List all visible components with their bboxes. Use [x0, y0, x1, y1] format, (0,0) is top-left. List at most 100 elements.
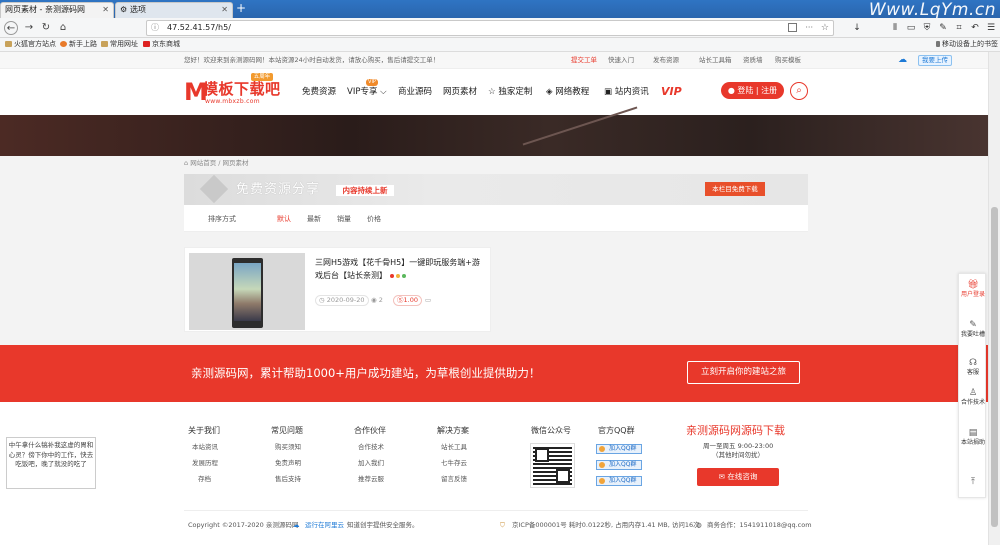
logo-text[interactable]: 模板下载吧	[203, 81, 281, 97]
info-icon[interactable]: ⓘ	[151, 21, 159, 35]
wechat-title: 微信公众号	[531, 426, 571, 435]
breadcrumb-home[interactable]: 网站首页	[190, 159, 216, 167]
topstrip-link[interactable]: 购买模板	[775, 52, 801, 69]
back-icon[interactable]: ←	[4, 21, 18, 35]
cloud-icon: ☁	[898, 55, 907, 65]
topstrip-link[interactable]: 资质墙	[743, 52, 763, 69]
extension-icon[interactable]: ✎	[936, 21, 950, 35]
bookmark-item[interactable]: 火狐官方站点	[5, 38, 56, 51]
topstrip-link[interactable]: 快速入门	[608, 52, 634, 69]
sort-label: 排序方式	[208, 215, 236, 223]
nav-web-materials[interactable]: 网页素材	[443, 87, 477, 97]
browser-tab-options[interactable]: ⚙ 选项 ✕	[115, 2, 233, 18]
footer-link[interactable]: 站长工具	[441, 443, 467, 452]
sort-price[interactable]: 价格	[367, 215, 381, 223]
bookmark-item[interactable]: 新手上路	[60, 38, 97, 51]
footer-link[interactable]: 本站资讯	[192, 443, 218, 452]
browser-tab-active[interactable]: 网页素材 - 亲测源码网 ✕	[0, 2, 114, 18]
url-bar[interactable]: ⓘ 47.52.41.57/h5/ ··· ☆	[146, 20, 834, 36]
reload-icon[interactable]: ↻	[39, 21, 53, 35]
resource-date: ◷ 2020-09-20	[315, 295, 369, 306]
login-register-button[interactable]: ● 登陆 | 注册	[721, 82, 784, 99]
sidebar-cooperation[interactable]: ♙ 合作技术	[959, 388, 987, 407]
join-qq-group-button[interactable]: 加入QQ群	[596, 444, 642, 454]
screenshot-icon[interactable]: ⌗	[952, 21, 966, 35]
dot	[402, 274, 406, 278]
nav-vip[interactable]: VIP专享 ⌵	[347, 87, 387, 97]
vip-logo[interactable]: VIP	[661, 85, 682, 98]
sidebar-feedback[interactable]: ✎ 我要吐槽	[959, 320, 987, 339]
online-consult-button[interactable]: ✉ 在线咨询	[697, 468, 779, 486]
diamond-decor	[199, 174, 229, 204]
topstrip-link[interactable]: 站长工具箱	[699, 52, 732, 69]
banner-tag: 内容持续上新	[336, 185, 394, 196]
close-icon[interactable]: ✕	[102, 3, 109, 17]
footer-link[interactable]: 存档	[198, 475, 211, 484]
star-icon: ☆	[488, 87, 496, 97]
scrollbar-thumb[interactable]	[991, 207, 998, 527]
sidebar-back-to-top[interactable]: ⤒	[959, 477, 987, 488]
undo-icon[interactable]: ↶	[968, 21, 982, 35]
sidebar-donate[interactable]: ▤ 本站捐助	[959, 428, 987, 447]
page-scrollbar[interactable]	[988, 52, 1000, 545]
download-icon[interactable]: ↓	[850, 21, 864, 35]
search-icon[interactable]: ⌕	[790, 82, 808, 100]
library-icon[interactable]: ⫴	[888, 21, 902, 35]
footer-link[interactable]: 购买须知	[275, 443, 301, 452]
shield-icon[interactable]: ⛨	[920, 21, 934, 35]
footer-link[interactable]: 推荐云服	[358, 475, 384, 484]
breadcrumb-current[interactable]: 网页素材	[223, 159, 249, 167]
sort-default[interactable]: 默认	[277, 215, 291, 223]
nav-free-resources[interactable]: 免费资源	[302, 87, 336, 97]
new-tab-button[interactable]: +	[234, 2, 248, 16]
qr-icon[interactable]	[788, 23, 797, 32]
nav-tutorials[interactable]: ◈ 网络教程	[546, 87, 589, 97]
upload-button[interactable]: 我要上传	[918, 55, 952, 66]
sidebar-service[interactable]: ☊ 客服	[959, 358, 987, 377]
more-icon[interactable]: ···	[805, 21, 813, 35]
forward-icon[interactable]: →	[22, 21, 36, 35]
url-text: 47.52.41.57/h5/	[167, 23, 231, 32]
mobile-bookmarks[interactable]: 移动设备上的书签	[936, 38, 998, 51]
menu-icon[interactable]: ☰	[984, 21, 998, 35]
bookmark-item[interactable]: 京东商城	[143, 38, 180, 51]
banner-free-download[interactable]: 本栏目免费下载	[705, 182, 765, 196]
resource-title[interactable]: 三网H5游戏【花千骨H5】一键即玩服务端+游戏后台【站长亲测】	[315, 256, 487, 282]
nav-commercial-source[interactable]: 商业源码	[398, 87, 432, 97]
resource-thumbnail[interactable]	[189, 253, 305, 330]
footer-link[interactable]: 七牛存云	[441, 459, 467, 468]
sort-sales[interactable]: 销量	[337, 215, 351, 223]
footer-col-title: 关于我们	[188, 426, 220, 435]
icp-text[interactable]: 京ICP备000001号 耗时0.0122秒, 占用内存1.41 MB, 访问1…	[512, 521, 700, 530]
home-icon[interactable]: ⌂	[56, 21, 70, 35]
phone-icon	[936, 41, 940, 47]
topstrip-link[interactable]: 发布资源	[653, 52, 679, 69]
sidebar-login[interactable]: 🎁︎ 用户登录	[959, 280, 987, 299]
download-title: 亲测源码网源码下载	[686, 424, 785, 437]
start-building-button[interactable]: 立刻开启你的建站之旅	[687, 361, 800, 384]
dot	[396, 274, 400, 278]
nav-custom[interactable]: ☆ 独家定制	[488, 87, 532, 97]
join-qq-group-button[interactable]: 加入QQ群	[596, 476, 642, 486]
footer-link[interactable]: 免责声明	[275, 459, 301, 468]
bookmark-star-icon[interactable]: ☆	[821, 21, 829, 35]
color-dots	[390, 269, 408, 282]
resource-card[interactable]: 三网H5游戏【花千骨H5】一键即玩服务端+游戏后台【站长亲测】 ◷ 2020-0…	[184, 247, 491, 332]
sort-latest[interactable]: 最新	[307, 215, 321, 223]
bookmark-item[interactable]: 常用网址	[101, 38, 138, 51]
footer-link[interactable]: 发展历程	[192, 459, 218, 468]
close-icon[interactable]: ✕	[221, 3, 228, 17]
footer-link[interactable]: 留言反馈	[441, 475, 467, 484]
join-qq-group-button[interactable]: 加入QQ群	[596, 460, 642, 470]
footer-link[interactable]: 合作技术	[358, 443, 384, 452]
browser-navbar: ← → ↻ ⌂ ⓘ 47.52.41.57/h5/ ··· ☆ ↓ ⫴ ▭ ⛨ …	[0, 18, 1000, 38]
sidebar-icon[interactable]: ▭	[904, 21, 918, 35]
hero-banner	[0, 106, 1000, 156]
topstrip-link[interactable]: 提交工单	[571, 52, 597, 69]
footer-link[interactable]: 售后支持	[275, 475, 301, 484]
back-to-top-icon: ⤒	[971, 477, 975, 487]
nav-news[interactable]: ▣ 站内资讯	[604, 87, 649, 97]
security-text: 知道创宇提供安全服务。	[347, 521, 419, 529]
cloud-text[interactable]: 运行在阿里云	[305, 521, 344, 530]
footer-link[interactable]: 加入我们	[358, 459, 384, 468]
